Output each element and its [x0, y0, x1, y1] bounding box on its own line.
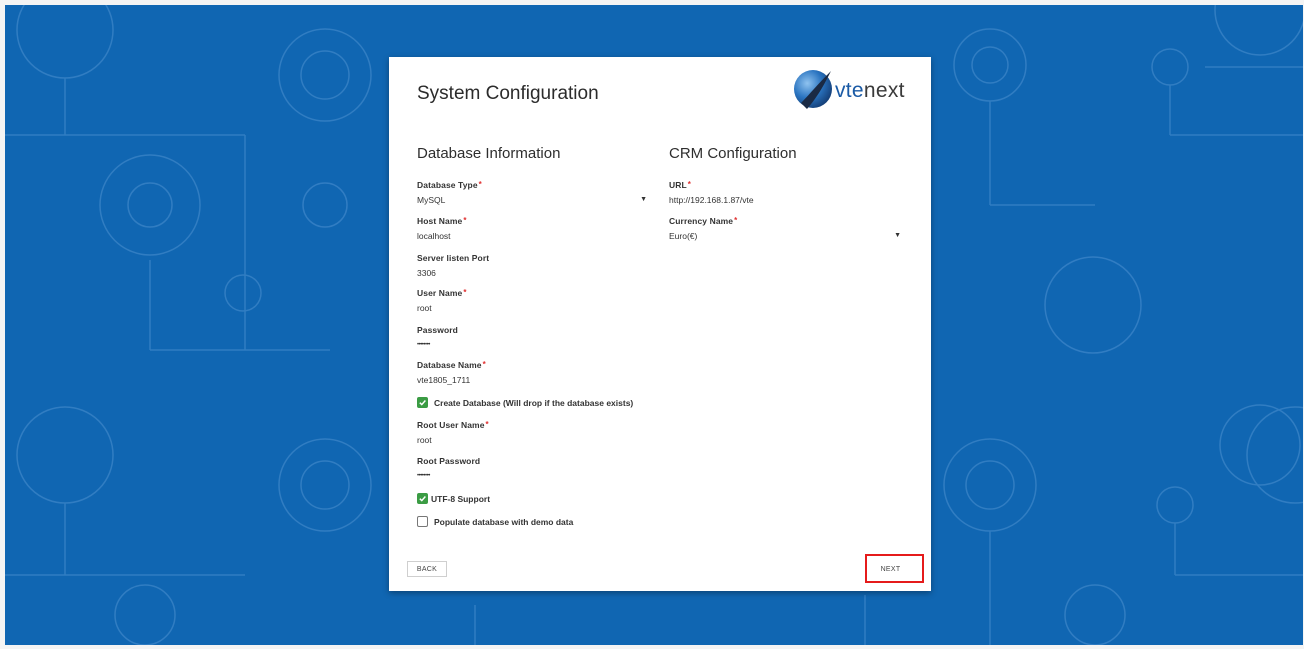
database-name-input[interactable]: vte1805_1711 — [417, 374, 647, 386]
field-label: User Name* — [417, 288, 467, 298]
create-database-label: Create Database (Will drop if the databa… — [434, 397, 634, 408]
utf8-support-checkbox-row[interactable]: UTF-8 Support — [417, 493, 490, 504]
vtenext-logo: vtenext — [791, 65, 919, 115]
database-section-title: Database Information — [417, 145, 561, 162]
checkmark-icon — [419, 400, 426, 406]
utf8-support-checkbox[interactable] — [417, 493, 428, 504]
field-label: Database Name* — [417, 360, 486, 370]
utf8-support-label: UTF-8 Support — [431, 493, 491, 504]
field-label: URL* — [669, 180, 691, 190]
host-name-input[interactable]: localhost — [417, 230, 647, 242]
page-title: System Configuration — [417, 83, 599, 104]
create-database-checkbox-row[interactable]: Create Database (Will drop if the databa… — [417, 397, 633, 408]
root-user-name-input[interactable]: root — [417, 434, 647, 446]
field-label: Password — [417, 325, 458, 335]
url-field[interactable]: URL* http://192.168.1.87/vte — [669, 180, 899, 206]
database-type-select[interactable]: MySQL ▼ — [417, 194, 647, 206]
host-name-field[interactable]: Host Name* localhost — [417, 216, 647, 242]
field-label: Root User Name* — [417, 420, 489, 430]
caret-down-icon: ▼ — [894, 232, 901, 239]
server-port-field[interactable]: Server listen Port 3306 — [417, 253, 647, 279]
demo-data-label: Populate database with demo data — [434, 516, 574, 527]
crm-section-title: CRM Configuration — [669, 145, 797, 162]
field-label: Database Type* — [417, 180, 482, 190]
checkmark-icon — [419, 496, 426, 502]
root-password-field[interactable]: Root Password •••••••• — [417, 456, 647, 482]
next-button[interactable]: NEXT — [873, 561, 908, 577]
root-password-input[interactable]: •••••••• — [417, 470, 647, 482]
logo-text-prefix: vte — [835, 79, 864, 102]
logo-text: vtenext — [835, 79, 905, 103]
field-label: Root Password — [417, 456, 481, 466]
server-port-input[interactable]: 3306 — [417, 267, 647, 279]
user-name-input[interactable]: root — [417, 302, 647, 314]
vtenext-globe-logo-icon — [794, 70, 832, 109]
back-button[interactable]: BACK — [407, 561, 447, 577]
field-label: Currency Name* — [669, 216, 738, 226]
database-name-field[interactable]: Database Name* vte1805_1711 — [417, 360, 647, 386]
demo-data-checkbox[interactable] — [417, 516, 428, 527]
currency-select[interactable]: Euro(€) ▼ — [669, 230, 901, 242]
url-input[interactable]: http://192.168.1.87/vte — [669, 194, 899, 206]
config-dialog: System Configuration vtenext Database In… — [389, 57, 931, 591]
background: System Configuration vtenext Database In… — [5, 5, 1303, 645]
root-user-name-field[interactable]: Root User Name* root — [417, 420, 647, 446]
field-label: Host Name* — [417, 216, 467, 226]
caret-down-icon: ▼ — [640, 196, 647, 203]
password-input[interactable]: •••••••• — [417, 339, 647, 351]
logo-text-suffix: next — [863, 79, 905, 102]
demo-data-checkbox-row[interactable]: Populate database with demo data — [417, 516, 573, 527]
currency-name-field[interactable]: Currency Name* Euro(€) ▼ — [669, 216, 901, 242]
create-database-checkbox[interactable] — [417, 397, 428, 408]
password-field[interactable]: Password •••••••• — [417, 325, 647, 351]
database-type-field[interactable]: Database Type* MySQL ▼ — [417, 180, 647, 206]
field-label: Server listen Port — [417, 253, 490, 263]
user-name-field[interactable]: User Name* root — [417, 288, 647, 314]
